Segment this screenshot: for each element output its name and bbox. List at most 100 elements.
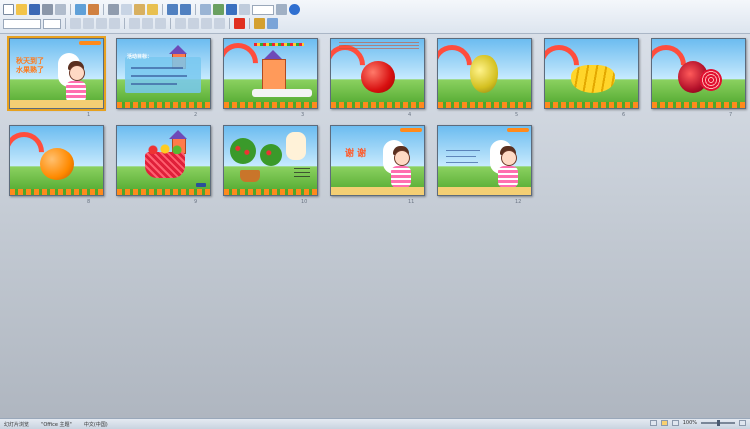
insert-table-icon[interactable] xyxy=(200,4,211,15)
insert-chart-icon[interactable] xyxy=(213,4,224,15)
separator xyxy=(124,18,125,29)
copy-icon[interactable] xyxy=(121,4,132,15)
fruit-border-graphic xyxy=(117,189,210,195)
decrease-font-icon[interactable] xyxy=(214,18,225,29)
slide-thumbnail-9[interactable] xyxy=(116,125,211,196)
italic-icon[interactable] xyxy=(83,18,94,29)
separator xyxy=(229,18,230,29)
undo-icon[interactable] xyxy=(167,4,178,15)
font-color-icon[interactable] xyxy=(234,18,245,29)
slide-title: 秋天到了 水果熟了 xyxy=(16,57,44,74)
slide-number-4: 4 xyxy=(408,112,412,118)
new-slide-icon[interactable] xyxy=(267,18,278,29)
hyperlink-icon[interactable] xyxy=(226,4,237,15)
zoom-slider-knob[interactable] xyxy=(717,420,720,426)
numbering-icon[interactable] xyxy=(188,18,199,29)
bold-icon[interactable] xyxy=(70,18,81,29)
house-graphic xyxy=(262,59,286,91)
status-left: 幻灯片浏览 "Office 主题" 中文(中国) xyxy=(4,421,108,428)
slide-thumbnail-6[interactable] xyxy=(544,38,639,109)
save-icon[interactable] xyxy=(29,4,40,15)
fence-graphic xyxy=(331,187,424,195)
text-bubble xyxy=(252,89,312,97)
fruit-border-graphic xyxy=(224,102,317,108)
align-center-icon[interactable] xyxy=(142,18,153,29)
slide-number-9: 9 xyxy=(194,199,198,205)
slide-number-7: 7 xyxy=(729,112,733,118)
fruit-border-graphic xyxy=(10,189,103,195)
apple-graphic xyxy=(361,61,395,93)
fruit-basket-graphic xyxy=(145,152,185,178)
increase-font-icon[interactable] xyxy=(201,18,212,29)
bunting-graphic xyxy=(254,43,304,46)
normal-view-button[interactable] xyxy=(649,420,657,426)
zoom-slider[interactable] xyxy=(701,420,735,426)
button-graphic xyxy=(196,183,206,187)
slide-title: 活动目标： xyxy=(127,54,153,60)
separator xyxy=(65,18,66,29)
toolbar xyxy=(0,0,750,34)
slide-thumbnail-10[interactable] xyxy=(223,125,318,196)
basket-fruits-graphic xyxy=(145,144,185,154)
slideshow-button[interactable] xyxy=(671,420,679,426)
slide-thumbnail-11[interactable]: 谢 谢 xyxy=(330,125,425,196)
separator xyxy=(162,4,163,15)
spelling-icon[interactable] xyxy=(75,4,86,15)
show-grid-icon[interactable] xyxy=(239,4,250,15)
slide-thumbnail-5[interactable] xyxy=(437,38,532,109)
print-preview-icon[interactable] xyxy=(55,4,66,15)
apple-basket-graphic xyxy=(240,170,260,182)
separator xyxy=(103,4,104,15)
zoom-icon[interactable] xyxy=(276,4,287,15)
font-name-combo[interactable] xyxy=(3,18,41,29)
status-bar: 幻灯片浏览 "Office 主题" 中文(中国) 100% xyxy=(0,418,750,429)
fruit-border-graphic xyxy=(117,102,210,108)
banana-graphic xyxy=(571,65,615,93)
slide-thumbnail-4[interactable] xyxy=(330,38,425,109)
design-icon[interactable] xyxy=(254,18,265,29)
align-left-icon[interactable] xyxy=(129,18,140,29)
fruit-border-graphic xyxy=(545,102,638,108)
persimmon-branch-graphic xyxy=(79,41,101,45)
standard-toolbar xyxy=(3,3,300,16)
orange-graphic xyxy=(40,148,74,180)
slide-thumbnail-7[interactable] xyxy=(651,38,746,109)
redo-icon[interactable] xyxy=(180,4,191,15)
fruit-border-graphic xyxy=(438,102,531,108)
paste-icon[interactable] xyxy=(134,4,145,15)
zoom-level[interactable]: 100% xyxy=(683,420,697,426)
research-icon[interactable] xyxy=(88,4,99,15)
apple-tree-graphic xyxy=(260,144,282,166)
shadow-icon[interactable] xyxy=(109,18,120,29)
underline-icon[interactable] xyxy=(96,18,107,29)
slide-thumbnail-12[interactable] xyxy=(437,125,532,196)
bullets-icon[interactable] xyxy=(175,18,186,29)
slide-thumbnail-8[interactable] xyxy=(9,125,104,196)
fit-window-button[interactable] xyxy=(739,420,746,426)
slide-thumbnail-3[interactable] xyxy=(223,38,318,109)
font-size-combo[interactable] xyxy=(43,18,61,29)
status-language: 中文(中国) xyxy=(83,422,108,428)
slide-thumbnail-1[interactable]: 秋天到了 水果熟了 xyxy=(7,36,106,111)
status-view: 幻灯片浏览 xyxy=(4,422,30,428)
persimmon-branch-graphic xyxy=(400,128,422,132)
slide-number-2: 2 xyxy=(194,112,198,118)
cut-icon[interactable] xyxy=(108,4,119,15)
status-right: 100% xyxy=(649,420,746,426)
print-icon[interactable] xyxy=(42,4,53,15)
fence-graphic xyxy=(10,100,103,108)
new-icon[interactable] xyxy=(3,4,14,15)
align-right-icon[interactable] xyxy=(155,18,166,29)
slide-title: 谢 谢 xyxy=(345,149,367,159)
slide-number-8: 8 xyxy=(87,199,91,205)
slide-number-6: 6 xyxy=(622,112,626,118)
zoom-combo[interactable] xyxy=(252,4,274,15)
help-icon[interactable] xyxy=(289,4,300,15)
slide-sorter: 秋天到了 水果熟了 1 活动目标： 2 3 4 5 6 7 8 9 10 谢 谢… xyxy=(0,33,750,419)
open-icon[interactable] xyxy=(16,4,27,15)
slide-thumbnail-2[interactable]: 活动目标： xyxy=(116,38,211,109)
format-painter-icon[interactable] xyxy=(147,4,158,15)
separator xyxy=(195,4,196,15)
roof-graphic xyxy=(169,130,187,139)
slide-sorter-view-button[interactable] xyxy=(660,420,668,426)
